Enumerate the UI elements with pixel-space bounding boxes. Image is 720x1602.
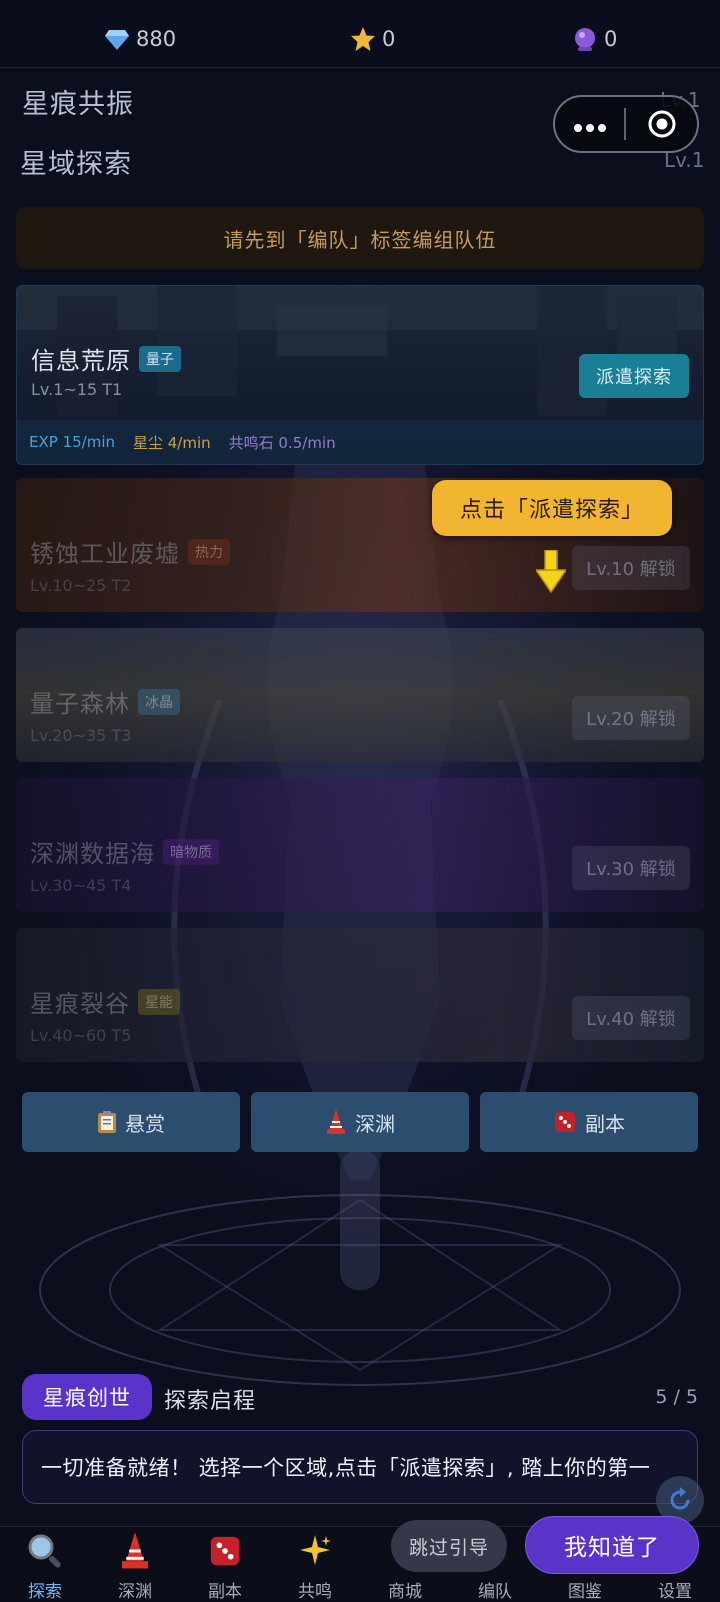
bounty-label: 悬赏 <box>125 1111 165 1136</box>
zone-card-abyss-data-sea[interactable]: 深渊数据海 暗物质 Lv.30~45 T4 Lv.30 解锁 <box>16 778 704 912</box>
guide-title: 探索启程 <box>164 1389 257 1414</box>
zone-name: 量子森林 <box>30 690 130 718</box>
zone-level-range: Lv.10~25 T2 <box>30 576 132 595</box>
team-notice-banner[interactable]: 请先到「编队」标签编组队伍 <box>16 207 704 269</box>
tab-explore[interactable]: 探索 <box>0 1527 90 1602</box>
tower-icon <box>115 1531 155 1571</box>
tower-icon <box>327 1109 345 1134</box>
arrow-down-icon <box>536 550 566 594</box>
tab-dungeon[interactable]: 副本 <box>180 1527 270 1602</box>
resonance-stone-rate: 共鸣石 0.5/min <box>228 433 336 452</box>
diamond-icon <box>104 26 130 52</box>
dungeon-button[interactable]: 副本 <box>480 1092 698 1152</box>
zone-lock-button[interactable]: Lv.10 解锁 <box>572 546 690 590</box>
zone-name-row: 信息荒原 量子 <box>31 341 181 376</box>
element-tag-quantum: 量子 <box>139 345 181 372</box>
clipboard-icon <box>98 1111 116 1133</box>
tab-resonance[interactable]: 共鸣 <box>270 1527 360 1602</box>
guide-page-indicator: 5 / 5 <box>655 1386 698 1408</box>
zone-lock-button[interactable]: Lv.20 解锁 <box>572 696 690 740</box>
star-icon <box>350 26 376 52</box>
zone-name: 锈蚀工业废墟 <box>30 540 180 568</box>
tab-label: 设置 <box>658 1582 692 1602</box>
magnifier-icon <box>25 1531 65 1571</box>
zone-lock-button[interactable]: Lv.30 解锁 <box>572 846 690 890</box>
dice-icon <box>205 1531 245 1571</box>
zone-name-row: 锈蚀工业废墟 热力 <box>30 534 230 569</box>
more-dots-icon <box>573 124 606 132</box>
star-count: 0 <box>382 27 396 51</box>
diamond-counter: 880 <box>104 26 176 52</box>
bounty-button[interactable]: 悬赏 <box>22 1092 240 1152</box>
zone-name-row: 量子森林 冰晶 <box>30 684 180 719</box>
tab-abyss[interactable]: 深渊 <box>90 1527 180 1602</box>
resonance-title: 星痕共振 <box>22 89 134 120</box>
got-it-button[interactable]: 我知道了 <box>525 1516 699 1574</box>
sparkles-icon <box>295 1531 335 1571</box>
refresh-icon <box>670 1487 690 1510</box>
dice-icon <box>555 1112 575 1132</box>
tab-label: 探索 <box>28 1582 62 1602</box>
tab-label: 商城 <box>388 1582 422 1602</box>
dispatch-explore-button[interactable]: 派遣探索 <box>579 354 689 398</box>
abyss-label: 深渊 <box>355 1111 395 1136</box>
tab-label: 编队 <box>478 1582 512 1602</box>
target-icon <box>648 110 675 138</box>
zone-name: 信息荒原 <box>31 347 131 375</box>
guide-tooltip: 点击「派遣探索」 <box>432 480 672 536</box>
orb-counter: 0 <box>572 26 617 52</box>
abyss-button[interactable]: 深渊 <box>251 1092 469 1152</box>
more-menu-button[interactable] <box>555 95 624 153</box>
zone-level-range: Lv.20~35 T3 <box>30 726 132 745</box>
zone-level-range: Lv.30~45 T4 <box>30 876 132 895</box>
zone-level-range: Lv.40~60 T5 <box>30 1026 132 1045</box>
zone-card-info-wasteland[interactable]: 信息荒原 量子 Lv.1~15 T1 派遣探索 EXP 15/min 星尘 4/… <box>16 285 704 465</box>
guide-badge: 星痕创世 <box>22 1374 152 1420</box>
element-tag-ice: 冰晶 <box>138 688 180 715</box>
element-tag-dark-matter: 暗物质 <box>163 838 219 865</box>
exp-rate: EXP 15/min <box>29 433 115 451</box>
orb-count: 0 <box>604 27 618 51</box>
diamond-count: 880 <box>136 27 177 51</box>
exploration-title: 星域探索 <box>20 149 132 180</box>
zone-name: 星痕裂谷 <box>30 990 130 1018</box>
skip-guide-button[interactable]: 跳过引导 <box>391 1520 507 1572</box>
close-miniprogram-button[interactable] <box>626 95 697 153</box>
element-tag-star-energy: 星能 <box>138 988 180 1015</box>
tab-label: 图鉴 <box>568 1582 602 1602</box>
star-counter: 0 <box>350 26 395 52</box>
zone-rates-bar: EXP 15/min 星尘 4/min 共鸣石 0.5/min <box>17 420 703 464</box>
crystal-ball-icon <box>572 26 598 52</box>
miniprogram-capsule <box>553 95 699 153</box>
zone-level-range: Lv.1~15 T1 <box>31 380 123 399</box>
dungeon-label: 副本 <box>585 1111 625 1136</box>
zone-name-row: 深渊数据海 暗物质 <box>30 834 219 869</box>
tab-label: 副本 <box>208 1582 242 1602</box>
stardust-rate: 星尘 4/min <box>133 433 211 452</box>
zone-card-starscar-rift[interactable]: 星痕裂谷 星能 Lv.40~60 T5 Lv.40 解锁 <box>16 928 704 1062</box>
zone-name-row: 星痕裂谷 星能 <box>30 984 180 1019</box>
zone-lock-button[interactable]: Lv.40 解锁 <box>572 996 690 1040</box>
guide-message: 一切准备就绪！ 选择一个区域,点击「派遣探索」, 踏上你的第一 <box>22 1430 698 1504</box>
element-tag-thermal: 热力 <box>188 538 230 565</box>
zone-card-quantum-forest[interactable]: 量子森林 冰晶 Lv.20~35 T3 Lv.20 解锁 <box>16 628 704 762</box>
currency-bar: 880 0 0 <box>0 0 720 68</box>
tab-label: 共鸣 <box>298 1582 332 1602</box>
tab-label: 深渊 <box>118 1582 152 1602</box>
zone-name: 深渊数据海 <box>30 840 155 868</box>
